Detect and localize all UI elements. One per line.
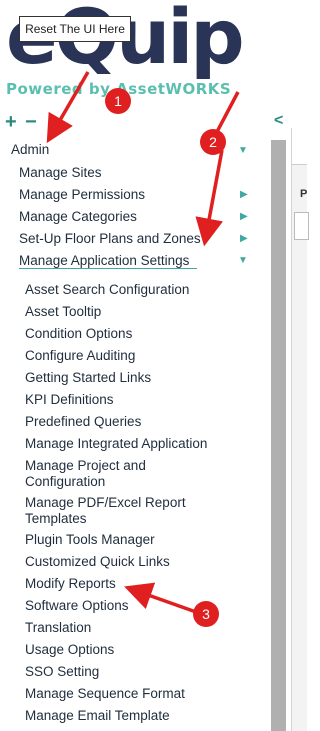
menu-item-asset-search-configuration[interactable]: Asset Search Configuration [25,282,189,298]
expand-all-button[interactable]: + [5,112,17,132]
annotation-arrow-2a [195,149,224,247]
menu-item-usage-options[interactable]: Usage Options [25,642,114,658]
menu-item-manage-categories[interactable]: Manage Categories [19,209,137,225]
menu-item-manage-permissions[interactable]: Manage Permissions [19,187,145,203]
svg-text:2: 2 [209,134,217,150]
menu-item-floor-plans[interactable]: Set-Up Floor Plans and Zones [19,231,201,247]
menu-item-plugin-tools-manager[interactable]: Plugin Tools Manager [25,532,155,548]
menu-item-manage-integrated-application[interactable]: Manage Integrated Application [25,436,207,452]
main-content-header [292,128,307,165]
chevron-right-icon[interactable]: ▶ [240,233,248,244]
menu-item-manage-sites[interactable]: Manage Sites [19,165,102,181]
tree-scrollbar[interactable] [271,140,286,731]
menu-item-manage-sequence-format[interactable]: Manage Sequence Format [25,686,185,702]
menu-item-getting-started-links[interactable]: Getting Started Links [25,370,151,386]
menu-item-customized-quick-links[interactable]: Customized Quick Links [25,554,170,570]
menu-item-asset-tooltip[interactable]: Asset Tooltip [25,304,101,320]
menu-item-manage-email-template[interactable]: Manage Email Template [25,708,170,724]
menu-item-manage-pdf-excel-templates[interactable]: Manage PDF/Excel Report Templates [25,495,205,527]
annotation-marker-3: 3 [193,601,219,627]
chevron-right-icon[interactable]: ▶ [240,211,248,222]
logo-tagline: Powered by AssetWORKS [6,80,232,98]
menu-item-software-options[interactable]: Software Options [25,598,129,614]
active-item-underline [19,268,197,269]
menu-item-application-settings[interactable]: Manage Application Settings [19,253,189,269]
collapse-panel-icon[interactable]: < [274,112,283,130]
annotation-arrow-3 [124,582,197,614]
collapse-all-button[interactable]: − [25,112,37,132]
annotation-marker-2: 2 [200,129,226,155]
main-content-label: P [300,188,308,200]
menu-item-sso-setting[interactable]: SSO Setting [25,664,99,680]
svg-text:3: 3 [202,606,210,622]
chevron-down-icon[interactable]: ▼ [238,255,248,266]
menu-root-admin[interactable]: Admin [11,142,49,157]
menu-item-predefined-queries[interactable]: Predefined Queries [25,414,141,430]
menu-item-translation[interactable]: Translation [25,620,91,636]
menu-item-configure-auditing[interactable]: Configure Auditing [25,348,135,364]
menu-item-manage-project-configuration[interactable]: Manage Project and Configuration [25,458,165,490]
menu-item-kpi-definitions[interactable]: KPI Definitions [25,392,114,408]
panel-divider [291,128,292,731]
chevron-down-icon[interactable]: ▼ [238,145,248,156]
menu-item-modify-reports[interactable]: Modify Reports [25,576,116,592]
chevron-right-icon[interactable]: ▶ [240,189,248,200]
main-content-toolbar [294,212,309,240]
menu-item-condition-options[interactable]: Condition Options [25,326,132,342]
reset-ui-tooltip: Reset The UI Here [19,16,131,42]
annotation-arrow-2b [207,91,240,148]
